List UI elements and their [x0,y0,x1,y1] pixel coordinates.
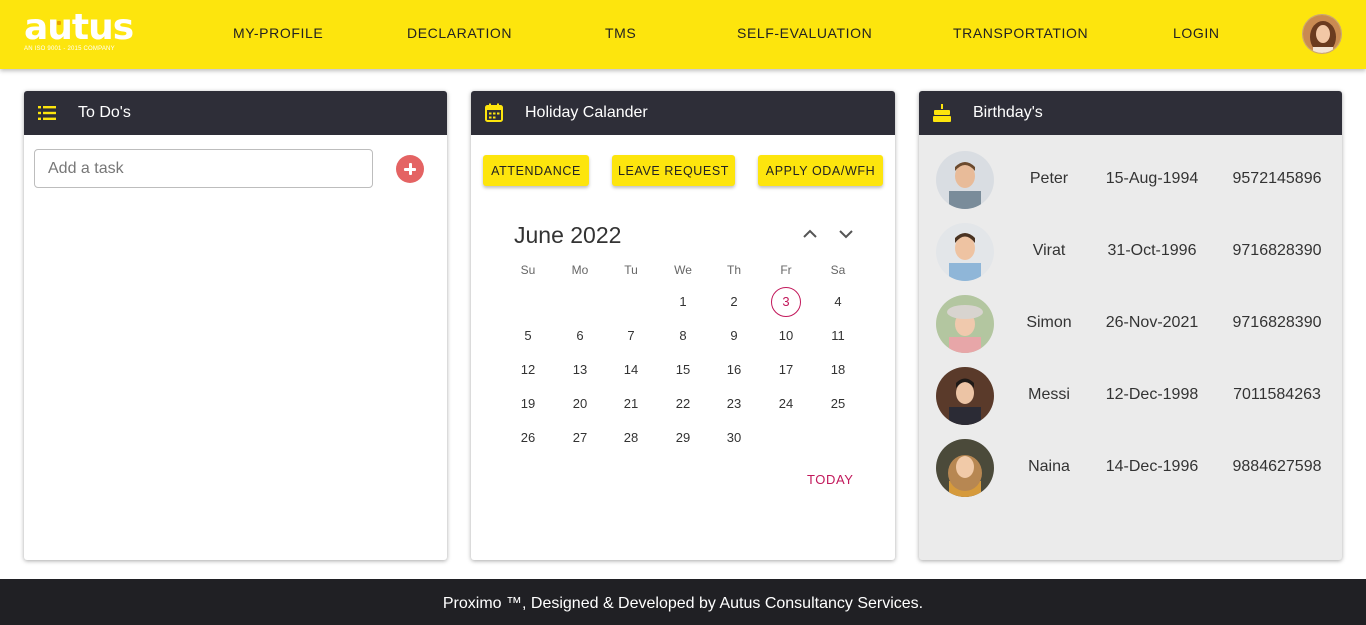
birthday-row: Virat 31-Oct-1996 9716828390 [919,223,1342,281]
today-button[interactable]: TODAY [807,472,854,487]
leave-request-button[interactable]: LEAVE REQUEST [612,155,735,186]
plus-circle-icon[interactable] [396,155,424,183]
calendar-day[interactable]: 10 [771,321,801,351]
holiday-calendar-card: Holiday Calander ATTENDANCE LEAVE REQUES… [471,91,895,560]
birthday-name: Virat [1032,242,1066,259]
avatar [936,151,994,209]
nav-transportation[interactable]: TRANSPORTATION [953,25,1088,41]
list-icon [36,102,58,124]
add-task-input[interactable] [34,149,373,188]
calendar-day[interactable]: 26 [513,423,543,453]
birthday-name: Peter [1029,170,1069,187]
calendar-icon [483,102,505,124]
weekday-header: Mo [571,263,589,277]
birthday-name: Naina [1028,458,1070,475]
birthday-date: 31-Oct-1996 [1107,242,1197,259]
weekday-header: We [674,263,692,277]
birthday-date: 12-Dec-1998 [1105,386,1199,403]
todo-title: To Do's [78,104,131,121]
top-navbar: autus AN ISO 9001 - 2015 COMPANY MY-PROF… [0,0,1366,69]
birthday-phone: 7011584263 [1233,386,1321,403]
calendar-day[interactable]: 3 [771,287,801,317]
footer: Proximo ™, Designed & Developed by Autus… [0,579,1366,625]
footer-text: Proximo ™, Designed & Developed by Autus… [442,595,924,612]
birthday-phone: 9884627598 [1232,458,1322,475]
nav-self-evaluation[interactable]: SELF-EVALUATION [737,25,872,41]
calendar-day[interactable]: 15 [668,355,698,385]
calendar-day[interactable]: 5 [513,321,543,351]
birthday-date: 26-Nov-2021 [1105,314,1199,331]
avatar [936,367,994,425]
calendar-day[interactable]: 6 [565,321,595,351]
calendar-month-label[interactable]: June 2022 [514,222,621,249]
weekday-header: Th [726,263,741,277]
birthday-date: 15-Aug-1994 [1105,170,1199,187]
weekday-header: Tu [624,263,638,277]
calendar-day[interactable]: 25 [823,389,853,419]
calendar-day[interactable]: 24 [771,389,801,419]
birthday-row: Peter 15-Aug-1994 9572145896 [919,151,1342,209]
avatar [936,295,994,353]
calendar-day[interactable]: 14 [616,355,646,385]
calendar-day[interactable]: 16 [719,355,749,385]
calendar-day[interactable]: 9 [719,321,749,351]
weekday-header: Sa [830,263,846,277]
calendar-day[interactable]: 17 [771,355,801,385]
birthday-name: Simon [1026,314,1072,331]
holiday-title: Holiday Calander [525,104,648,121]
birthday-title: Birthday's [973,104,1043,121]
user-avatar[interactable] [1302,14,1342,54]
nav-login[interactable]: LOGIN [1173,25,1220,41]
calendar-day[interactable]: 23 [719,389,749,419]
birthday-name: Messi [1028,386,1070,403]
birthday-phone: 9716828390 [1232,314,1322,331]
calendar-day[interactable]: 28 [616,423,646,453]
birthday-card: Birthday's Peter 15-Aug-1994 9572145896 … [919,91,1342,560]
holiday-header: Holiday Calander [471,91,895,135]
calendar-day[interactable]: 13 [565,355,595,385]
calendar-day[interactable]: 22 [668,389,698,419]
calendar-day[interactable]: 29 [668,423,698,453]
calendar-day[interactable]: 19 [513,389,543,419]
calendar-day[interactable]: 18 [823,355,853,385]
calendar-day[interactable]: 12 [513,355,543,385]
weekday-header: Fr [780,263,792,277]
birthday-phone: 9572145896 [1232,170,1322,187]
autus-logo[interactable]: autus AN ISO 9001 - 2015 COMPANY [24,8,134,56]
calendar-day[interactable]: 30 [719,423,749,453]
todo-card: To Do's [24,91,447,560]
todo-header: To Do's [24,91,447,135]
birthday-row: Messi 12-Dec-1998 7011584263 [919,367,1342,425]
calendar-day[interactable]: 27 [565,423,595,453]
birthday-row: Naina 14-Dec-1996 9884627598 [919,439,1342,497]
chevron-up-icon[interactable] [801,226,819,242]
nav-tms[interactable]: TMS [605,25,636,41]
logo-text: autus [24,7,134,48]
calendar-day[interactable]: 20 [565,389,595,419]
apply-oda-wfh-button[interactable]: APPLY ODA/WFH [758,155,883,186]
nav-my-profile[interactable]: MY-PROFILE [233,25,323,41]
weekday-header: Su [520,263,536,277]
birthday-date: 14-Dec-1996 [1105,458,1199,475]
calendar-day[interactable]: 4 [823,287,853,317]
birthday-header: Birthday's [919,91,1342,135]
birthday-row: Simon 26-Nov-2021 9716828390 [919,295,1342,353]
nav-declaration[interactable]: DECLARATION [407,25,512,41]
calendar-day[interactable]: 11 [823,321,853,351]
calendar-day[interactable]: 2 [719,287,749,317]
calendar-day[interactable]: 8 [668,321,698,351]
chevron-down-icon[interactable] [837,226,855,242]
birthday-phone: 9716828390 [1232,242,1322,259]
calendar-day[interactable]: 1 [668,287,698,317]
calendar-day[interactable]: 7 [616,321,646,351]
cake-icon [931,102,953,124]
attendance-button[interactable]: ATTENDANCE [483,155,589,186]
avatar [936,439,994,497]
avatar [936,223,994,281]
calendar-day[interactable]: 21 [616,389,646,419]
logo-subtitle: AN ISO 9001 - 2015 COMPANY [24,46,115,52]
